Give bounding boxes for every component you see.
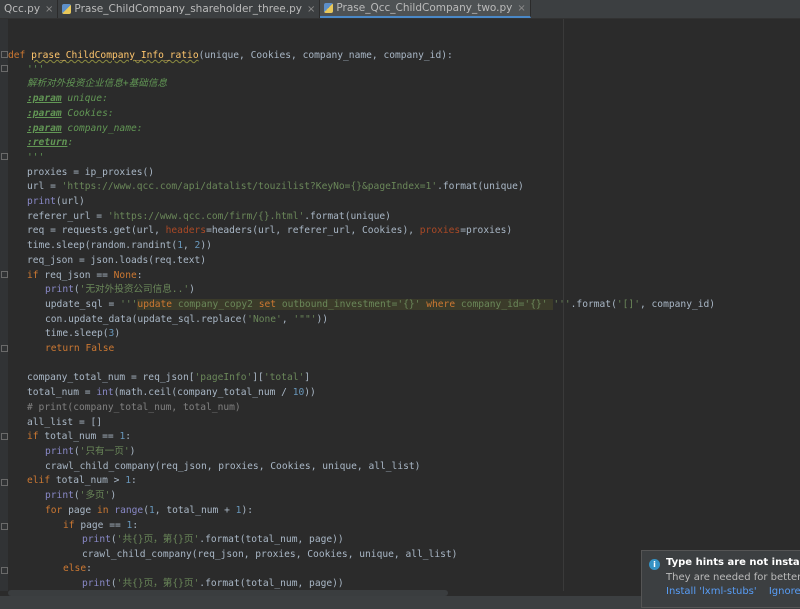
editor-gutter[interactable] xyxy=(0,19,8,591)
code-line: req_json = json.loads(req.text) xyxy=(27,255,207,266)
code-line: if page == 1: xyxy=(63,520,139,531)
fold-marker-icon[interactable] xyxy=(1,523,8,530)
editor-tab-bar: Qcc.py × Prase_ChildCompany_shareholder_… xyxy=(0,0,800,19)
fold-marker-icon[interactable] xyxy=(1,433,8,440)
code-line: print('无对外投资公司信息..') xyxy=(45,284,195,295)
fold-marker-icon[interactable] xyxy=(1,271,8,278)
code-line: url = 'https://www.qcc.com/api/datalist/… xyxy=(27,181,524,192)
code-line: crawl_child_company(req_json, proxies, C… xyxy=(45,461,421,472)
notification-actions: Install 'lxml-stubs' Ignore S xyxy=(666,586,800,597)
code-line: print('只有一页') xyxy=(45,446,136,457)
code-line: :return: xyxy=(27,137,74,148)
python-file-icon xyxy=(324,3,334,13)
code-editor[interactable]: def prase_ChildCompany_Info_ratio(unique… xyxy=(8,19,798,589)
code-line: ''' xyxy=(27,152,45,163)
code-line: ''' xyxy=(27,64,45,75)
code-line: def prase_ChildCompany_Info_ratio(unique… xyxy=(8,50,453,61)
code-line: all_list = [] xyxy=(27,417,103,428)
code-line: 解析对外投资企业信息+基础信息 xyxy=(27,78,168,89)
close-icon[interactable]: × xyxy=(307,4,315,15)
python-file-icon xyxy=(62,4,72,14)
code-line: else: xyxy=(63,563,92,574)
info-icon: i xyxy=(649,559,660,570)
code-line: :param Cookies: xyxy=(27,108,114,119)
code-line: print('共{}页，第{}页'.format(total_num, page… xyxy=(82,578,344,589)
code-line: :param company_name: xyxy=(27,123,143,134)
code-line: con.update_data(update_sql.replace('None… xyxy=(45,314,329,325)
code-line: referer_url = 'https://www.qcc.com/firm/… xyxy=(27,211,391,222)
code-line: total_num = int(math.ceil(company_total_… xyxy=(27,387,316,398)
close-icon[interactable]: × xyxy=(45,4,53,15)
code-line: crawl_child_company(req_json, proxies, C… xyxy=(82,549,458,560)
fold-marker-icon[interactable] xyxy=(1,153,8,160)
code-line: # print(company_total_num, total_num) xyxy=(27,402,241,413)
fold-marker-icon[interactable] xyxy=(1,65,8,72)
code-line: elif total_num > 1: xyxy=(27,475,137,486)
code-line: update_sql = '''update company_copy2 set… xyxy=(45,299,716,310)
code-line: time.sleep(random.randint(1, 2)) xyxy=(27,240,212,251)
fold-marker-icon[interactable] xyxy=(1,345,8,352)
tab-label: Prase_ChildCompany_shareholder_three.py xyxy=(74,3,302,15)
fold-marker-icon[interactable] xyxy=(1,479,8,486)
code-line: req = requests.get(url, headers=headers(… xyxy=(27,225,513,236)
code-line: :param unique: xyxy=(27,93,108,104)
tab-label: Qcc.py xyxy=(4,3,41,15)
tab-prase-qcc-childcompany-two[interactable]: Prase_Qcc_ChildCompany_two.py × xyxy=(320,0,531,18)
install-stubs-link[interactable]: Install 'lxml-stubs' xyxy=(666,586,757,597)
ignore-link[interactable]: Ignore xyxy=(769,586,800,597)
code-line: if req_json == None: xyxy=(27,270,143,281)
code-line: company_total_num = req_json['pageInfo']… xyxy=(27,372,311,383)
tab-qcc[interactable]: Qcc.py × xyxy=(0,0,59,18)
tab-label: Prase_Qcc_ChildCompany_two.py xyxy=(336,2,513,14)
code-line: print('多页') xyxy=(45,490,117,501)
code-line: return False xyxy=(45,343,115,354)
code-line: print('共{}页，第{}页'.format(total_num, page… xyxy=(82,534,344,545)
tab-prase-childcompany-shareholder-three[interactable]: Prase_ChildCompany_shareholder_three.py … xyxy=(58,0,321,18)
code-line: for page in range(1, total_num + 1): xyxy=(45,505,253,516)
close-icon[interactable]: × xyxy=(517,3,525,14)
code-line: if total_num == 1: xyxy=(27,431,131,442)
type-hints-notification[interactable]: i Type hints are not installed They are … xyxy=(641,550,800,608)
fold-marker-icon[interactable] xyxy=(1,51,8,58)
notification-body: They are needed for better code xyxy=(666,572,800,583)
fold-marker-icon[interactable] xyxy=(1,567,8,574)
code-line: proxies = ip_proxies() xyxy=(27,167,155,178)
notification-title: Type hints are not installed xyxy=(666,557,800,568)
code-line: time.sleep(3) xyxy=(45,328,121,339)
code-line: print(url) xyxy=(27,196,85,207)
